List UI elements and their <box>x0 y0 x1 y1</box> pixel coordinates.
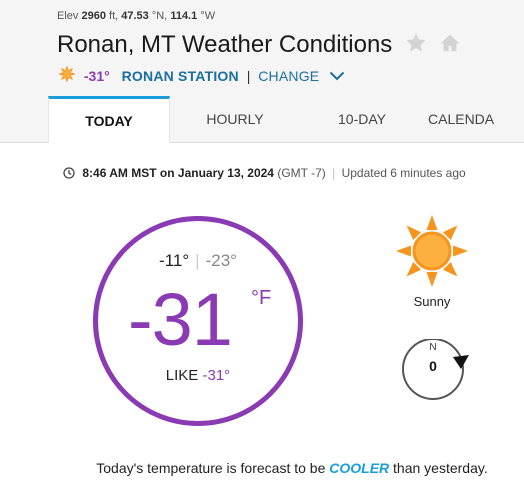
gmt-offset: (GMT -7) <box>277 166 326 180</box>
longitude-suffix: °W <box>200 10 216 22</box>
updated-text: Updated 6 minutes ago <box>341 166 466 180</box>
high-low-divider: | <box>195 251 200 270</box>
observation-timestamp: 8:46 AM MST on January 13, 2024 <box>82 166 274 180</box>
station-row: -31° RONAN STATION | CHANGE <box>58 65 345 86</box>
forecast-word: COOLER <box>329 460 390 476</box>
page-title: Ronan, MT Weather Conditions <box>57 31 393 58</box>
low-temp: -23° <box>205 251 237 270</box>
tab-today[interactable]: TODAY <box>48 96 170 143</box>
sunny-icon <box>394 213 470 294</box>
tab-calendar[interactable]: CALENDA <box>428 96 524 142</box>
chevron-down-icon[interactable] <box>329 68 345 84</box>
elevation-coordinates: Elev 2960 ft, 47.53 °N, 114.1 °W <box>57 10 215 22</box>
current-temperature: -31 <box>128 278 233 361</box>
location-header: Elev 2960 ft, 47.53 °N, 114.1 °W Ronan, … <box>0 0 524 143</box>
forecast-suffix: than yesterday. <box>393 460 488 476</box>
latitude-suffix: °N, <box>151 10 168 22</box>
feels-like: LIKE -31° <box>98 367 298 384</box>
tab-10-day[interactable]: 10-DAY <box>299 96 425 142</box>
station-separator: | <box>246 67 251 84</box>
tab-hourly[interactable]: HOURLY <box>171 96 299 142</box>
favorite-star-icon[interactable] <box>405 32 427 59</box>
forecast-comparison: Today's temperature is forecast to be CO… <box>0 460 524 476</box>
station-name[interactable]: RONAN STATION <box>122 68 239 84</box>
current-temp-small: -31° <box>83 67 110 84</box>
wind-direction: N <box>429 342 437 353</box>
temperature-dial: -11° | -23° -31 °F LIKE -31° <box>93 216 303 426</box>
elev-label: Elev <box>57 10 79 22</box>
condition-label: Sunny <box>413 294 451 309</box>
high-low: -11° | -23° <box>98 251 298 271</box>
title-row: Ronan, MT Weather Conditions <box>57 31 461 59</box>
temperature-unit: °F <box>251 287 272 309</box>
observation-time: 8:46 AM MST on January 13, 2024 (GMT -7)… <box>63 166 466 182</box>
feels-like-value: -31° <box>202 367 231 384</box>
longitude-value: 114.1 <box>170 10 198 22</box>
time-separator: | <box>332 166 336 180</box>
forecast-tabs: TODAY HOURLY 10-DAY CALENDA <box>48 96 524 143</box>
home-icon[interactable] <box>439 32 461 59</box>
sun-small-icon <box>58 65 76 86</box>
elevation-unit: ft, <box>109 10 119 22</box>
feels-like-label: LIKE <box>165 367 199 384</box>
wind-speed: 0 <box>429 358 437 374</box>
clock-icon <box>63 167 75 182</box>
latitude-value: 47.53 <box>121 10 149 22</box>
elevation-value: 2960 <box>81 10 106 22</box>
change-station-link[interactable]: CHANGE <box>258 68 319 84</box>
forecast-prefix: Today's temperature is forecast to be <box>96 460 326 476</box>
high-temp: -11° <box>159 251 190 270</box>
